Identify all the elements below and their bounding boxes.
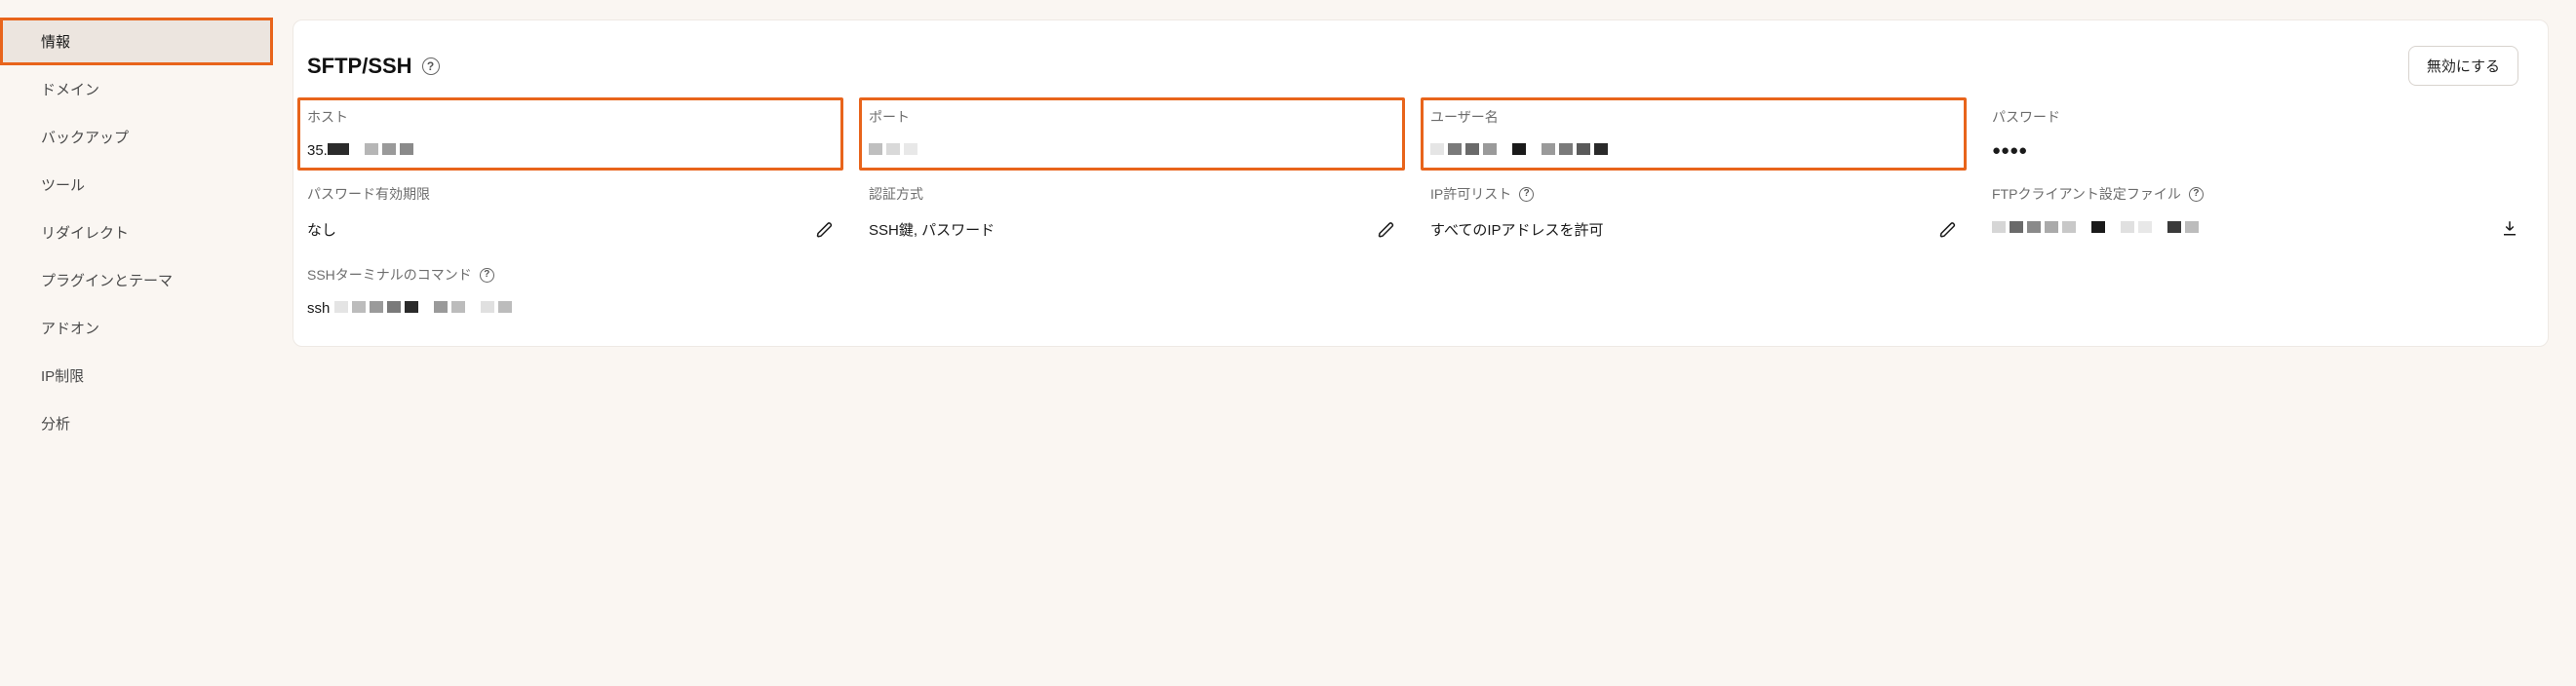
redacted-icon xyxy=(1430,143,1608,155)
main: SFTP/SSH ? 無効にする ホスト 35. ポート xyxy=(273,0,2576,686)
field-ssh-command: SSHターミナルのコマンド ? ssh xyxy=(307,265,2518,317)
field-ssh-command-value: ssh xyxy=(307,300,512,317)
panel-title: SFTP/SSH xyxy=(307,54,412,79)
field-password-expiry: パスワード有効期限 なし xyxy=(307,184,834,240)
field-ftp-config-label: FTPクライアント設定ファイル xyxy=(1992,184,2181,204)
field-ssh-command-label: SSHターミナルのコマンド xyxy=(307,265,472,285)
sidebar-item-domain[interactable]: ドメイン xyxy=(0,65,273,113)
field-host-value: 35. xyxy=(307,142,413,159)
field-password-value: ●●●● xyxy=(1992,142,2027,159)
field-username: ユーザー名 xyxy=(1421,97,1967,171)
field-port-value xyxy=(869,142,917,159)
edit-icon[interactable] xyxy=(816,221,834,239)
help-icon[interactable]: ? xyxy=(480,268,494,283)
sidebar-item-info[interactable]: 情報 xyxy=(0,18,273,65)
sidebar-item-redirect[interactable]: リダイレクト xyxy=(0,209,273,256)
redacted-icon xyxy=(869,143,917,155)
help-icon[interactable]: ? xyxy=(2189,187,2204,202)
disable-button[interactable]: 無効にする xyxy=(2408,46,2518,86)
help-icon[interactable]: ? xyxy=(1519,187,1534,202)
field-ip-allowlist-value: すべてのIPアドレスを許可 xyxy=(1430,219,1604,240)
field-username-label: ユーザー名 xyxy=(1430,107,1499,127)
redacted-icon xyxy=(328,143,413,155)
sidebar: 情報 ドメイン バックアップ ツール リダイレクト プラグインとテーマ アドオン… xyxy=(0,0,273,686)
field-port-label: ポート xyxy=(869,107,910,127)
sidebar-item-plugins-themes[interactable]: プラグインとテーマ xyxy=(0,256,273,304)
redacted-icon xyxy=(334,301,512,313)
field-auth-method-label: 認証方式 xyxy=(869,184,923,204)
field-password: パスワード ●●●● xyxy=(1992,107,2518,159)
sftp-ssh-panel: SFTP/SSH ? 無効にする ホスト 35. ポート xyxy=(293,19,2549,347)
field-auth-method: 認証方式 SSH鍵, パスワード xyxy=(869,184,1395,240)
field-password-expiry-value: なし xyxy=(307,219,336,240)
edit-icon[interactable] xyxy=(1939,221,1957,239)
sidebar-item-ip-restrict[interactable]: IP制限 xyxy=(0,352,273,400)
sidebar-item-backup[interactable]: バックアップ xyxy=(0,113,273,161)
sidebar-item-tools[interactable]: ツール xyxy=(0,161,273,209)
field-password-label: パスワード xyxy=(1992,107,2060,127)
field-username-value xyxy=(1430,142,1608,159)
field-ftp-config: FTPクライアント設定ファイル ? xyxy=(1992,184,2518,240)
field-password-expiry-label: パスワード有効期限 xyxy=(307,184,430,204)
field-ip-allowlist: IP許可リスト ? すべてのIPアドレスを許可 xyxy=(1430,184,1957,240)
redacted-icon xyxy=(1992,221,2199,233)
field-port: ポート xyxy=(859,97,1405,171)
help-icon[interactable]: ? xyxy=(422,57,440,75)
field-auth-method-value: SSH鍵, パスワード xyxy=(869,219,995,240)
field-ip-allowlist-label: IP許可リスト xyxy=(1430,184,1511,204)
download-icon[interactable] xyxy=(2501,219,2518,237)
field-host: ホスト 35. xyxy=(297,97,843,171)
sidebar-item-analytics[interactable]: 分析 xyxy=(0,400,273,447)
field-ftp-config-value xyxy=(1992,220,2199,237)
sidebar-item-addons[interactable]: アドオン xyxy=(0,304,273,352)
edit-icon[interactable] xyxy=(1378,221,1395,239)
field-host-label: ホスト xyxy=(307,107,348,127)
